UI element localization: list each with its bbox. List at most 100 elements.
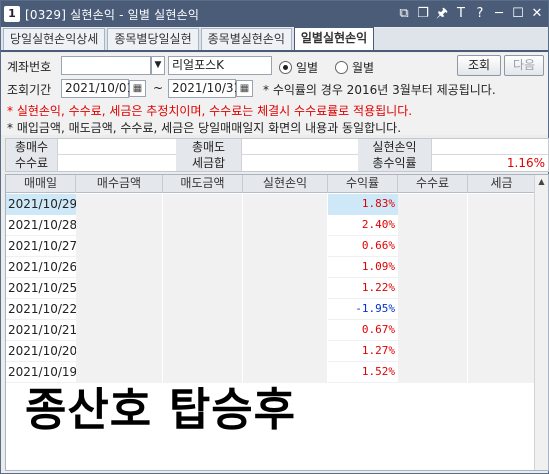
window-title: [0329] 실현손익 - 일별 실현손익 — [25, 7, 200, 22]
table-row[interactable]: 2021/10/22 -1.95% — [6, 299, 535, 320]
cell-sell-amount — [163, 194, 243, 215]
scroll-up-icon[interactable]: ▲ — [535, 175, 548, 189]
col-header-sell-amount[interactable]: 매도금액 — [163, 175, 243, 193]
cell-date: 2021/10/26 — [8, 260, 78, 274]
col-header-realized-pnl[interactable]: 실현손익 — [243, 175, 328, 193]
close-icon[interactable]: ✕ — [528, 5, 546, 23]
cell-realized-pnl — [243, 278, 328, 299]
col-header-buy-amount[interactable]: 매수금액 — [76, 175, 163, 193]
cell-sell-amount — [163, 257, 243, 278]
account-name-field: 리얼포스K — [168, 56, 272, 75]
total-rate-label: 총수익률 — [358, 155, 432, 171]
date-to-input[interactable]: 2021/10/31 — [168, 79, 241, 98]
tab-bar: 당일실현손익상세 종목별당일실현 종목별실현손익 일별실현손익 — [1, 27, 548, 52]
vertical-scrollbar[interactable]: ▲ — [534, 175, 548, 470]
font-size-icon[interactable]: T — [452, 5, 470, 23]
tab-stock-today-realized[interactable]: 종목별당일실현 — [107, 28, 199, 50]
search-button[interactable]: 조회 — [457, 55, 501, 76]
fee-label: 수수료 — [6, 155, 58, 171]
cell-fee — [398, 278, 468, 299]
cell-date: 2021/10/25 — [8, 281, 78, 295]
copy-icon[interactable]: ❐ — [414, 5, 432, 23]
radio-monthly[interactable]: 월별 — [335, 59, 374, 76]
col-header-date[interactable]: 매매일 — [6, 175, 76, 193]
table-row[interactable]: 2021/10/29 1.83% — [6, 194, 535, 215]
cell-date: 2021/10/27 — [8, 239, 78, 253]
fee-value — [58, 155, 176, 171]
next-button[interactable]: 다음 — [504, 55, 544, 76]
col-header-fee[interactable]: 수수료 — [398, 175, 468, 193]
cell-tax — [468, 215, 535, 236]
table-row[interactable]: 2021/10/26 1.09% — [6, 257, 535, 278]
col-header-tax[interactable]: 세금 — [468, 175, 535, 193]
table-row[interactable]: 2021/10/20 1.27% — [6, 341, 535, 362]
cell-realized-pnl — [243, 299, 328, 320]
col-header-rate[interactable]: 수익률 — [328, 175, 398, 193]
pin-icon[interactable]: 🖈 — [433, 5, 451, 23]
cell-fee — [398, 320, 468, 341]
cell-buy-amount — [76, 320, 163, 341]
table-header: 매매일 매수금액 매도금액 실현손익 수익률 수수료 세금 — [6, 175, 535, 193]
cell-date: 2021/10/22 — [8, 302, 78, 316]
cell-rate: 1.27% — [361, 344, 395, 357]
note-rate: * 수익률의 경우 2016년 3월부터 제공됩니다. — [263, 83, 496, 97]
cell-sell-amount — [163, 341, 243, 362]
window-number-badge[interactable]: 1 — [4, 6, 20, 22]
account-dropdown-icon[interactable]: ▼ — [151, 56, 165, 75]
maximize-icon[interactable]: ☐ — [509, 5, 527, 23]
main-window: 1 [0329] 실현손익 - 일별 실현손익 ⧉ ❐ 🖈 T ? ─ ☐ ✕ … — [0, 0, 549, 474]
tab-stock-realized-pnl[interactable]: 종목별실현손익 — [200, 28, 292, 50]
date-from-input[interactable]: 2021/10/01 — [61, 79, 134, 98]
cell-realized-pnl — [243, 194, 328, 215]
period-label: 조회기간 — [7, 83, 52, 97]
cell-date: 2021/10/20 — [8, 344, 78, 358]
cell-tax — [468, 236, 535, 257]
tax-total-value — [242, 155, 358, 171]
cell-sell-amount — [163, 236, 243, 257]
realized-pnl-label: 실현손익 — [358, 139, 432, 155]
cell-buy-amount — [76, 215, 163, 236]
table-row[interactable]: 2021/10/28 2.40% — [6, 215, 535, 236]
cell-rate: 0.67% — [361, 323, 395, 336]
cell-fee — [398, 362, 468, 383]
cell-tax — [468, 320, 535, 341]
cell-buy-amount — [76, 236, 163, 257]
radio-monthly-label: 월별 — [352, 61, 375, 75]
note-estimate: * 실현손익, 수수료, 세금은 추정치이며, 수수료는 체결시 수수료률로 적… — [7, 104, 413, 118]
cell-buy-amount — [76, 194, 163, 215]
cell-buy-amount — [76, 278, 163, 299]
realized-pnl-value — [432, 139, 548, 155]
cell-rate: -1.95% — [355, 302, 395, 315]
window-link-icon[interactable]: ⧉ — [395, 5, 413, 23]
tab-daily-realized-pnl[interactable]: 일별실현손익 — [293, 27, 375, 50]
cell-buy-amount — [76, 257, 163, 278]
cell-fee — [398, 194, 468, 215]
cell-realized-pnl — [243, 215, 328, 236]
tax-total-label: 세금합 — [176, 155, 242, 171]
table-row[interactable]: 2021/10/27 0.66% — [6, 236, 535, 257]
cell-fee — [398, 341, 468, 362]
calendar-to-icon[interactable]: ▦ — [236, 80, 253, 97]
cell-tax — [468, 299, 535, 320]
radio-daily-dot[interactable] — [279, 61, 292, 74]
table-row[interactable]: 2021/10/21 0.67% — [6, 320, 535, 341]
cell-fee — [398, 215, 468, 236]
radio-monthly-dot[interactable] — [335, 61, 348, 74]
cell-tax — [468, 362, 535, 383]
cell-tax — [468, 257, 535, 278]
cell-buy-amount — [76, 341, 163, 362]
account-number-input[interactable] — [61, 56, 151, 75]
cell-fee — [398, 257, 468, 278]
calendar-from-icon[interactable]: ▦ — [129, 80, 146, 97]
radio-daily[interactable]: 일별 — [279, 59, 318, 76]
minimize-icon[interactable]: ─ — [490, 5, 508, 23]
cell-tax — [468, 194, 535, 215]
total-rate-value: 1.16% — [506, 156, 545, 170]
radio-daily-label: 일별 — [296, 61, 319, 75]
total-buy-value — [58, 139, 176, 155]
overlay-caption: 종산호 탑승후 — [25, 383, 297, 436]
cell-date: 2021/10/28 — [8, 218, 78, 232]
tab-today-realized-detail[interactable]: 당일실현손익상세 — [3, 28, 106, 50]
help-icon[interactable]: ? — [471, 5, 489, 23]
table-row[interactable]: 2021/10/25 1.22% — [6, 278, 535, 299]
